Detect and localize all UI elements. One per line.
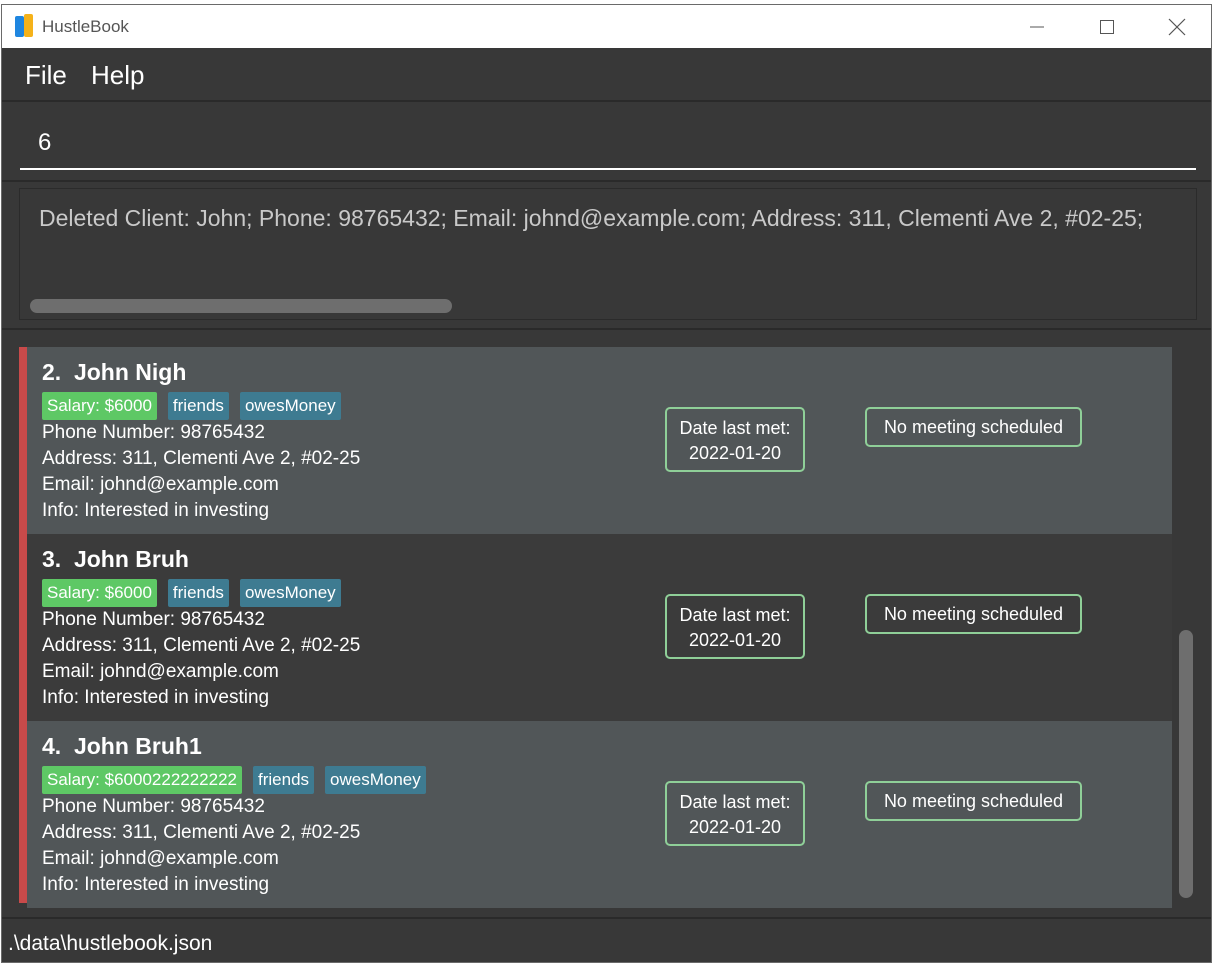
list-selection-accent (19, 347, 27, 903)
status-bar: .\data\hustlebook.json (2, 917, 1211, 962)
date-last-met-value: 2022-01-20 (688, 630, 782, 650)
address-text: Address: 311, Clementi Ave 2, #02-25 (42, 448, 361, 469)
tag: owesMoney (239, 579, 341, 607)
info-text: Info: Interested in investing (42, 500, 270, 521)
salary-tag: Salary: $6000 (42, 392, 157, 420)
window-title: HustleBook (42, 17, 129, 36)
salary-tag: Salary: $6000222222222 (42, 766, 242, 794)
phone-text: Phone Number: 98765432 (42, 609, 265, 630)
date-last-met-value: 2022-01-20 (688, 817, 782, 837)
tag-list: Salary: $6000222222222 friends owesMoney (42, 766, 426, 794)
meeting-badge: No meeting scheduled (865, 594, 1082, 634)
close-button[interactable] (1154, 5, 1200, 48)
info-text: Info: Interested in investing (42, 874, 270, 895)
maximize-button[interactable] (1084, 5, 1130, 48)
salary-tag: Salary: $6000 (42, 579, 157, 607)
person-name: 3. John Bruh (42, 546, 189, 573)
horizontal-scrollbar[interactable] (30, 299, 452, 313)
address-text: Address: 311, Clementi Ave 2, #02-25 (42, 822, 361, 843)
date-last-met-label: Date last met: (679, 418, 791, 438)
person-index: 3. (42, 546, 62, 572)
tag: friends (167, 392, 229, 420)
minimize-button[interactable] (1014, 5, 1060, 48)
meeting-badge: No meeting scheduled (865, 781, 1082, 821)
tag: friends (167, 579, 229, 607)
menu-help[interactable]: Help (91, 60, 144, 91)
app-window: HustleBook File Help Deleted Client: Joh… (1, 4, 1212, 963)
result-display[interactable]: Deleted Client: John; Phone: 98765432; E… (19, 188, 1197, 320)
date-last-met-value: 2022-01-20 (688, 443, 782, 463)
email-text: Email: johnd@example.com (42, 848, 279, 869)
person-name-text: John Bruh1 (73, 733, 202, 759)
command-box (2, 104, 1211, 182)
tag-list: Salary: $6000 friends owesMoney (42, 392, 341, 420)
person-card[interactable]: 2. John Nigh Salary: $6000 friends owesM… (27, 347, 1172, 534)
meeting-badge: No meeting scheduled (865, 407, 1082, 447)
person-card[interactable]: 4. John Bruh1 Salary: $6000222222222 fri… (27, 721, 1172, 908)
info-text: Info: Interested in investing (42, 687, 270, 708)
phone-text: Phone Number: 98765432 (42, 796, 265, 817)
tag: owesMoney (239, 392, 341, 420)
person-name: 2. John Nigh (42, 359, 186, 386)
tag-list: Salary: $6000 friends owesMoney (42, 579, 341, 607)
person-index: 4. (42, 733, 62, 759)
maximize-icon (1100, 19, 1114, 34)
date-last-met-label: Date last met: (679, 792, 791, 812)
address-text: Address: 311, Clementi Ave 2, #02-25 (42, 635, 361, 656)
person-index: 2. (42, 359, 62, 385)
email-text: Email: johnd@example.com (42, 661, 279, 682)
command-input[interactable] (20, 118, 1196, 170)
date-last-met-badge: Date last met: 2022-01-20 (665, 407, 805, 472)
vertical-scrollbar[interactable] (1179, 630, 1193, 898)
minimize-icon (1030, 26, 1044, 27)
date-last-met-badge: Date last met: 2022-01-20 (665, 594, 805, 659)
date-last-met-badge: Date last met: 2022-01-20 (665, 781, 805, 846)
phone-text: Phone Number: 98765432 (42, 422, 265, 443)
email-text: Email: johnd@example.com (42, 474, 279, 495)
title-bar[interactable]: HustleBook (2, 5, 1211, 48)
hustlebook-book-icon (15, 14, 35, 38)
menu-bar: File Help (2, 48, 1211, 102)
tag: friends (253, 766, 315, 794)
menu-file[interactable]: File (25, 60, 67, 91)
close-icon (1168, 18, 1186, 35)
person-name-text: John Nigh (73, 359, 187, 385)
date-last-met-label: Date last met: (679, 605, 791, 625)
person-name-text: John Bruh (73, 546, 189, 572)
person-name: 4. John Bruh1 (42, 733, 202, 760)
result-text: Deleted Client: John; Phone: 98765432; E… (39, 205, 1144, 231)
person-list[interactable]: 2. John Nigh Salary: $6000 friends owesM… (2, 330, 1211, 917)
tag: owesMoney (325, 766, 426, 794)
save-location-text: .\data\hustlebook.json (8, 932, 213, 955)
person-card[interactable]: 3. John Bruh Salary: $6000 friends owesM… (27, 534, 1172, 721)
